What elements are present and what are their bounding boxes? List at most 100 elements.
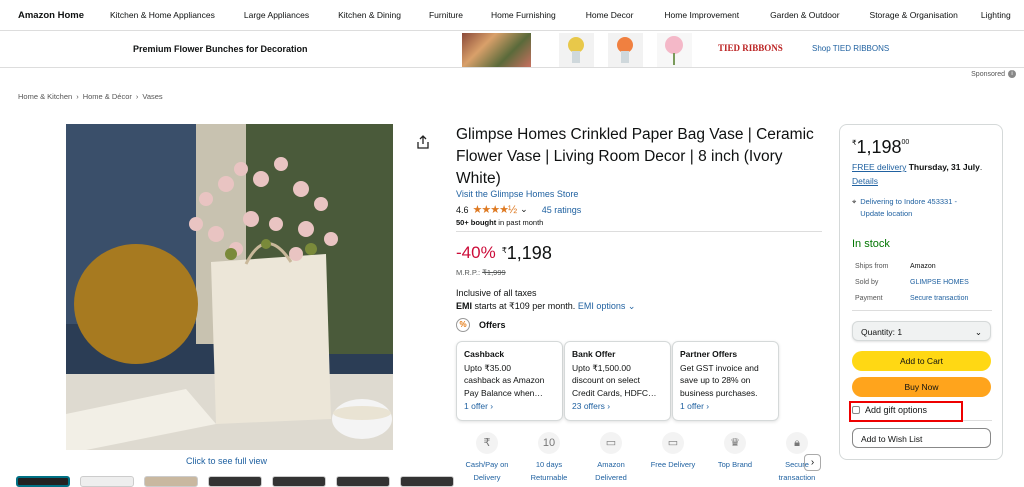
rating-row: 4.6 ★★★★½ ⌄ 45 ratings — [456, 203, 581, 216]
thumbnail[interactable] — [208, 476, 262, 487]
nav-furniture[interactable]: Furniture — [429, 10, 463, 20]
offer-link[interactable]: 1 offer › — [464, 400, 555, 413]
thumbnail[interactable] — [400, 476, 454, 487]
offer-line: Pay Balance when… — [464, 387, 543, 398]
nav-kitchen-appliances[interactable]: Kitchen & Home Appliances — [110, 10, 215, 20]
feature-returnable[interactable]: 10 10 days Returnable — [518, 432, 580, 484]
trophy-icon: ♛ — [724, 432, 746, 454]
breadcrumb-vases[interactable]: Vases — [142, 92, 162, 101]
feature-icons: ₹ Cash/Pay on Delivery 10 10 days Returnable… — [456, 432, 828, 484]
tax-note: Inclusive of all taxes — [456, 288, 537, 298]
offers-title: Offers — [479, 320, 506, 330]
feature-label: transaction — [778, 473, 816, 482]
breadcrumb-home-decor[interactable]: Home & Décor — [83, 92, 132, 101]
product-main-image[interactable] — [66, 124, 393, 450]
nav-kitchen-dining[interactable]: Kitchen & Dining — [338, 10, 401, 20]
details-link[interactable]: Details — [852, 176, 878, 186]
product-title: Glimpse Homes Crinkled Paper Bag Vase | … — [456, 126, 814, 187]
quantity-select[interactable]: Quantity: 1 ⌄ — [852, 321, 991, 341]
breadcrumb-home-kitchen[interactable]: Home & Kitchen — [18, 92, 72, 101]
ad-thumb-3[interactable] — [657, 33, 692, 67]
feature-top-brand[interactable]: ♛ Top Brand — [704, 432, 766, 484]
price-value: 1,198 — [856, 137, 902, 157]
truck-icon: ▭ — [600, 432, 622, 454]
sponsored-banner[interactable]: Premium Flower Bunches for Decoration TI… — [0, 31, 1024, 68]
free-delivery-link[interactable]: FREE delivery — [852, 162, 906, 172]
sold-by-label: Sold by — [855, 279, 879, 286]
chevron-down-icon: ⌄ — [627, 301, 636, 311]
top-nav: Amazon Home Kitchen & Home Appliances La… — [0, 0, 1024, 31]
seller-info: Ships from Amazon Sold by GLIMPSE HOMES Pa… — [855, 259, 969, 307]
ad-thumb-1[interactable] — [559, 33, 594, 67]
secure-transaction-link[interactable]: Secure transaction — [910, 291, 968, 307]
discount-percent: -40% — [456, 243, 496, 262]
feature-amazon-delivered[interactable]: ▭ Amazon Delivered — [580, 432, 642, 484]
sponsored-text: Sponsored — [971, 70, 1005, 78]
offer-card-bank[interactable]: Bank Offer Upto ₹1,500.00 discount on se… — [564, 341, 671, 421]
feature-label: Delivery — [473, 473, 501, 482]
star-rating-icon[interactable]: ★★★★½ — [473, 203, 518, 216]
seller-link[interactable]: GLIMPSE HOMES — [910, 275, 969, 291]
emi-options-label: EMI options — [577, 301, 626, 311]
cash-icon: ₹ — [476, 432, 498, 454]
add-to-cart-button[interactable]: Add to Cart — [852, 351, 991, 371]
thumbnail[interactable] — [336, 476, 390, 487]
thumbnail[interactable] — [144, 476, 198, 487]
chevron-down-icon[interactable]: ⌄ — [520, 204, 528, 215]
offer-line: save up to 28% on — [680, 375, 751, 385]
feature-label: 10 days — [535, 460, 563, 469]
ad-title[interactable]: Premium Flower Bunches for Decoration — [133, 44, 308, 54]
offers-heading: % Offers — [456, 318, 506, 332]
ships-from-value: Amazon — [910, 263, 936, 270]
rating-value: 4.6 — [456, 204, 469, 215]
chevron-right-icon[interactable]: › — [804, 454, 821, 471]
delivery-location[interactable]: ⌖ Delivering to Indore 453331 - Update l… — [852, 196, 975, 219]
emi-row: EMI starts at ₹109 per month. EMI option… — [456, 301, 635, 312]
offer-line: Get GST invoice and — [680, 362, 759, 373]
offer-line: discount on select — [572, 375, 641, 385]
thumbnail[interactable] — [272, 476, 326, 487]
full-view-link[interactable]: Click to see full view — [186, 456, 267, 466]
buy-now-button[interactable]: Buy Now — [852, 377, 991, 397]
thumbnail[interactable] — [16, 476, 70, 487]
offer-link[interactable]: 23 offers › — [572, 400, 663, 413]
feature-label: Free Delivery — [650, 460, 696, 469]
chevron-right-icon: › — [135, 92, 139, 101]
bought-suffix: in past month — [496, 218, 544, 227]
divider — [456, 231, 822, 232]
nav-home-decor[interactable]: Home Decor — [586, 10, 634, 20]
info-icon[interactable]: i — [1008, 70, 1016, 78]
price-block: -40% ₹1,198 — [456, 243, 552, 264]
quantity-value: Quantity: 1 — [861, 327, 903, 337]
feature-free-delivery[interactable]: ▭ Free Delivery — [642, 432, 704, 484]
shop-brand-link[interactable]: Shop TIED RIBBONS — [812, 44, 889, 53]
nav-storage[interactable]: Storage & Organisation — [870, 10, 958, 20]
store-link[interactable]: Visit the Glimpse Homes Store — [456, 189, 578, 199]
offer-card-partner[interactable]: Partner Offers Get GST invoice and save … — [672, 341, 779, 421]
ad-image-flowers[interactable] — [462, 33, 531, 67]
delivery-icon: ▭ — [662, 432, 684, 454]
emi-text: starts at ₹109 per month. — [472, 301, 576, 311]
offer-link[interactable]: 1 offer › — [680, 400, 771, 413]
ad-thumb-2[interactable] — [608, 33, 643, 67]
nav-garden-outdoor[interactable]: Garden & Outdoor — [770, 10, 839, 20]
mrp-value: ₹1,999 — [482, 268, 506, 277]
location-text: Delivering to Indore 453331 - Update loc… — [860, 197, 957, 218]
nav-large-appliances[interactable]: Large Appliances — [244, 10, 309, 20]
feature-label: Amazon — [597, 460, 625, 469]
bought-count: 50+ bought — [456, 218, 497, 227]
ratings-count-link[interactable]: 45 ratings — [542, 205, 582, 215]
feature-cod[interactable]: ₹ Cash/Pay on Delivery — [456, 432, 518, 484]
chevron-down-icon: ⌄ — [974, 327, 982, 337]
nav-lighting[interactable]: Lighting — [981, 10, 1011, 20]
nav-home-improvement[interactable]: Home Improvement — [664, 10, 739, 20]
amazon-home-link[interactable]: Amazon Home — [18, 10, 84, 21]
tied-ribbons-logo[interactable]: TIED RIBBONS — [718, 43, 783, 53]
nav-home-furnishing[interactable]: Home Furnishing — [491, 10, 556, 20]
price-fraction: 00 — [901, 139, 910, 146]
emi-options-link[interactable]: EMI options ⌄ — [578, 301, 636, 311]
add-to-wishlist-button[interactable]: Add to Wish List — [852, 428, 991, 448]
offer-card-cashback[interactable]: Cashback Upto ₹35.00 cashback as Amazon … — [456, 341, 563, 421]
share-icon[interactable] — [417, 135, 429, 149]
thumbnail[interactable] — [80, 476, 134, 487]
